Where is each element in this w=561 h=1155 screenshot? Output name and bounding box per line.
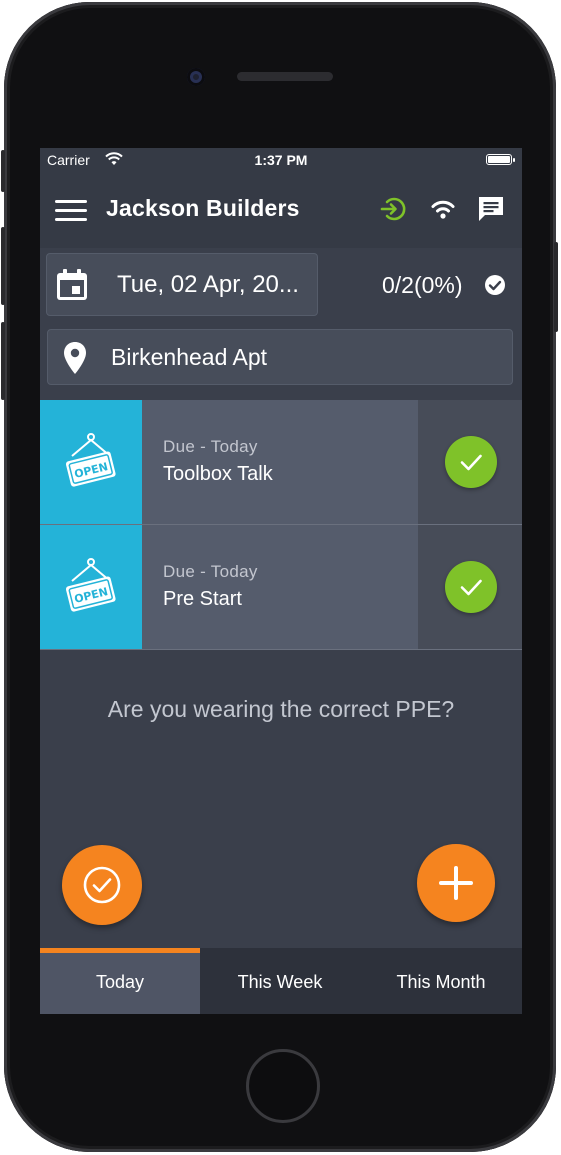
row-divider: [40, 649, 522, 650]
task-due: Due - Today: [163, 562, 258, 581]
task-details[interactable]: Due - Today Pre Start: [142, 525, 418, 649]
location-pin-icon: [64, 342, 86, 374]
app-title: Jackson Builders: [106, 195, 300, 221]
task-row[interactable]: OPEN Due - Today Toolbox Talk: [40, 400, 522, 524]
task-badge: OPEN: [40, 525, 142, 649]
clock: 1:37 PM: [254, 152, 308, 168]
app-screen: Carrier 1:37 PM Jackson Builders Tue, 02…: [40, 148, 522, 1014]
front-camera: [187, 68, 205, 86]
task-row[interactable]: OPEN Due - Today Pre Start: [40, 525, 522, 649]
check-circle-icon: [485, 275, 505, 295]
wifi-icon[interactable]: [428, 194, 458, 224]
task-action-cell: [418, 525, 522, 649]
task-badge: OPEN: [40, 400, 142, 524]
site-value: Birkenhead Apt: [111, 344, 268, 370]
status-bar: Carrier 1:37 PM: [40, 148, 522, 172]
earpiece-speaker: [237, 72, 333, 81]
tab-today[interactable]: Today: [40, 948, 200, 1014]
add-fab[interactable]: [417, 844, 495, 922]
home-button[interactable]: [246, 1049, 320, 1123]
check-circle-outline-icon: [83, 866, 121, 904]
open-sign-icon: OPEN: [65, 433, 116, 487]
tab-this-month[interactable]: This Month: [360, 948, 522, 1014]
task-name: Toolbox Talk: [163, 463, 273, 485]
ppe-prompt: Are you wearing the correct PPE?: [107, 696, 455, 722]
task-details[interactable]: Due - Today Toolbox Talk: [142, 400, 418, 524]
calendar-icon: [57, 269, 87, 300]
power-button: [554, 242, 558, 332]
complete-task-button[interactable]: [445, 561, 497, 613]
task-action-cell: [418, 400, 522, 524]
volume-up-button: [1, 227, 5, 305]
site-selector[interactable]: Birkenhead Apt: [47, 329, 513, 385]
volume-down-button: [1, 322, 5, 400]
date-selector[interactable]: Tue, 02 Apr, 20...: [46, 253, 318, 316]
tab-this-week[interactable]: This Week: [200, 948, 360, 1014]
chat-icon[interactable]: [476, 194, 506, 224]
complete-task-button[interactable]: [445, 436, 497, 488]
check-icon: [460, 579, 482, 596]
mute-switch: [1, 150, 5, 192]
bottom-tabs: Today This Week This Month: [40, 948, 522, 1014]
sync-in-icon[interactable]: [378, 194, 408, 224]
plus-icon: [439, 866, 473, 900]
task-due: Due - Today: [163, 437, 258, 456]
checklist-fab[interactable]: [62, 845, 142, 925]
battery-icon: [486, 154, 515, 165]
app-bar: Jackson Builders: [40, 172, 522, 248]
hamburger-menu-icon[interactable]: [55, 200, 87, 222]
open-sign-icon: OPEN: [65, 558, 116, 612]
progress-count: 0/2(0%): [382, 272, 463, 298]
date-value: Tue, 02 Apr, 20...: [117, 271, 299, 298]
check-icon: [460, 454, 482, 471]
task-name: Pre Start: [163, 588, 242, 610]
